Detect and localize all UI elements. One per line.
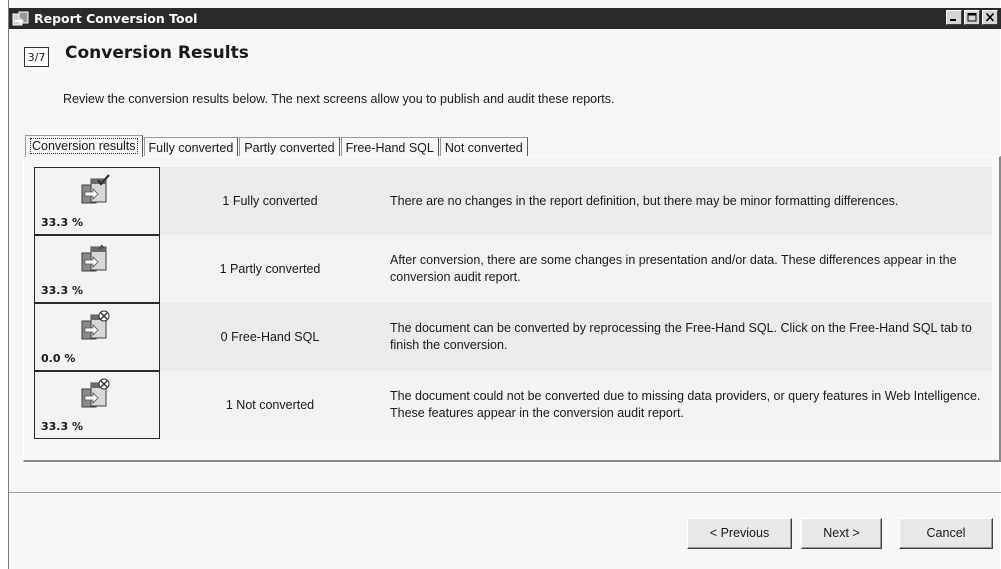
cancel-button[interactable]: Cancel bbox=[899, 518, 993, 549]
result-row-body: 1 Partly converted After conversion, the… bbox=[160, 235, 992, 303]
report-conversion-window: Report Conversion Tool 3/7 Conversion Re… bbox=[8, 0, 1001, 569]
close-icon bbox=[985, 13, 995, 22]
result-description: The document could not be converted due … bbox=[390, 389, 981, 420]
next-button[interactable]: Next > bbox=[801, 518, 882, 549]
result-row-free-hand-sql: 0.0 % 0 Free-Hand SQL The document can b… bbox=[34, 303, 992, 371]
conversion-results-panel: 33.3 % 1 Fully converted There are no ch… bbox=[23, 156, 1001, 462]
maximize-icon bbox=[967, 13, 977, 22]
result-row-fully-converted: 33.3 % 1 Fully converted There are no ch… bbox=[34, 167, 992, 235]
result-row-body: 1 Fully converted There are no changes i… bbox=[160, 167, 992, 235]
step-indicator: 3/7 bbox=[24, 47, 49, 67]
tab-not-converted[interactable]: Not converted bbox=[439, 137, 528, 157]
tab-label: Partly converted bbox=[244, 141, 335, 155]
result-percent: 33.3 % bbox=[41, 216, 83, 229]
window-title: Report Conversion Tool bbox=[34, 11, 198, 26]
tab-label: Not converted bbox=[444, 141, 523, 155]
tab-partly-converted[interactable]: Partly converted bbox=[239, 137, 340, 157]
result-row-body: 0 Free-Hand SQL The document can be conv… bbox=[160, 303, 992, 371]
document-freehand-sql-icon bbox=[81, 310, 110, 340]
result-description: The document can be converted by reproce… bbox=[390, 321, 972, 352]
result-percent: 0.0 % bbox=[41, 352, 76, 365]
document-not-converted-icon bbox=[81, 378, 110, 408]
close-button[interactable] bbox=[982, 10, 998, 25]
result-count-label: 1 Not converted bbox=[225, 398, 315, 412]
result-icon-cell[interactable]: 33.3 % bbox=[34, 167, 160, 235]
tab-fully-converted[interactable]: Fully converted bbox=[143, 137, 239, 157]
result-count-label: 0 Free-Hand SQL bbox=[220, 330, 320, 344]
result-icon-cell[interactable]: 33.3 % bbox=[34, 371, 160, 439]
result-description: There are no changes in the report defin… bbox=[390, 193, 899, 208]
page-title: Conversion Results bbox=[65, 43, 249, 63]
window-controls bbox=[946, 10, 998, 25]
document-converted-check-icon bbox=[81, 174, 110, 204]
result-icon-cell[interactable]: 0.0 % bbox=[34, 303, 160, 371]
document-partly-converted-icon bbox=[81, 244, 107, 272]
result-count-label: 1 Partly converted bbox=[219, 262, 321, 276]
result-count-label: 1 Fully converted bbox=[222, 194, 318, 208]
previous-button[interactable]: < Previous bbox=[687, 518, 792, 549]
result-percent: 33.3 % bbox=[41, 284, 83, 297]
minimize-icon bbox=[950, 19, 956, 21]
tab-free-hand-sql[interactable]: Free-Hand SQL bbox=[340, 137, 439, 157]
results-list: 33.3 % 1 Fully converted There are no ch… bbox=[34, 167, 992, 439]
footer-separator bbox=[9, 492, 1001, 494]
result-row-partly-converted: 33.3 % 1 Partly converted After conversi… bbox=[34, 235, 992, 303]
result-percent: 33.3 % bbox=[41, 420, 83, 433]
result-row-body: 1 Not converted The document could not b… bbox=[160, 371, 992, 439]
page-description: Review the conversion results below. The… bbox=[63, 92, 615, 106]
report-conversion-app-icon bbox=[12, 11, 30, 27]
tab-label: Conversion results bbox=[30, 138, 138, 154]
minimize-button[interactable] bbox=[946, 10, 962, 25]
tab-label: Fully converted bbox=[148, 141, 234, 155]
tab-label: Free-Hand SQL bbox=[345, 141, 434, 155]
result-icon-cell[interactable]: 33.3 % bbox=[34, 235, 160, 303]
maximize-button[interactable] bbox=[964, 10, 980, 25]
results-tabs: Conversion results Fully converted Partl… bbox=[25, 135, 529, 157]
result-description: After conversion, there are some changes… bbox=[390, 253, 957, 284]
title-bar[interactable]: Report Conversion Tool bbox=[9, 8, 1001, 29]
result-row-not-converted: 33.3 % 1 Not converted The document coul… bbox=[34, 371, 992, 439]
tab-conversion-results[interactable]: Conversion results bbox=[25, 135, 143, 157]
